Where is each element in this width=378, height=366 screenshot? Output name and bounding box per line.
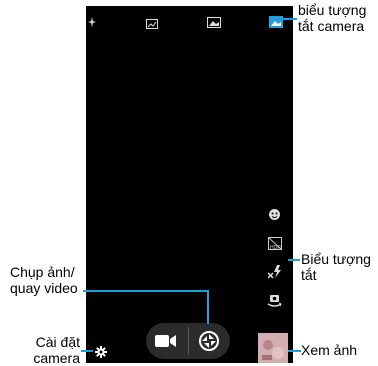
callout-line-capture-h [83,290,209,292]
thumbnail[interactable] [258,333,288,363]
gallery-mode-icon[interactable] [269,15,283,28]
callout-line-capture-v [207,290,209,324]
shutter-icon[interactable] [199,331,219,351]
callout-capture-line1: Chụp ảnh/ [10,264,75,280]
video-camera-icon[interactable] [155,334,177,348]
face-icon[interactable] [268,208,281,221]
capture-divider [188,327,189,355]
callout-line-camera-off [283,18,297,20]
callout-camera-off: biểu tượng tắt camera [298,2,366,34]
photo-mode-icon[interactable] [207,15,221,28]
callout-camera-off-line2: tắt camera [298,18,365,34]
settings-icon[interactable] [95,345,107,358]
callout-line-off-icon [288,259,300,261]
flash-off-icon[interactable] [267,265,282,279]
callout-line-view-photo [288,350,301,352]
callout-off-icon-line1: Biểu tượng [301,251,371,267]
callout-settings: Cài đặt camera [25,334,80,366]
hdr-icon[interactable]: HDR [268,237,282,251]
callout-off-icon: Biểu tượng tắt [301,251,371,283]
callout-settings-line2: camera [33,350,80,366]
camera-viewfinder [86,6,293,363]
svg-text:HDR: HDR [270,245,281,250]
callout-view-photo: Xem ảnh [301,342,358,358]
callout-capture: Chụp ảnh/ quay video [10,264,78,296]
switch-camera-icon[interactable] [267,294,282,308]
callout-capture-line2: quay video [10,280,78,296]
callout-off-icon-line2: tắt [301,267,317,283]
callout-camera-off-line1: biểu tượng [298,2,367,18]
panorama-icon[interactable] [146,16,158,29]
callout-line-settings [81,350,93,352]
sparkle-icon[interactable] [88,14,96,27]
callout-settings-line1: Cài đặt [35,334,80,350]
